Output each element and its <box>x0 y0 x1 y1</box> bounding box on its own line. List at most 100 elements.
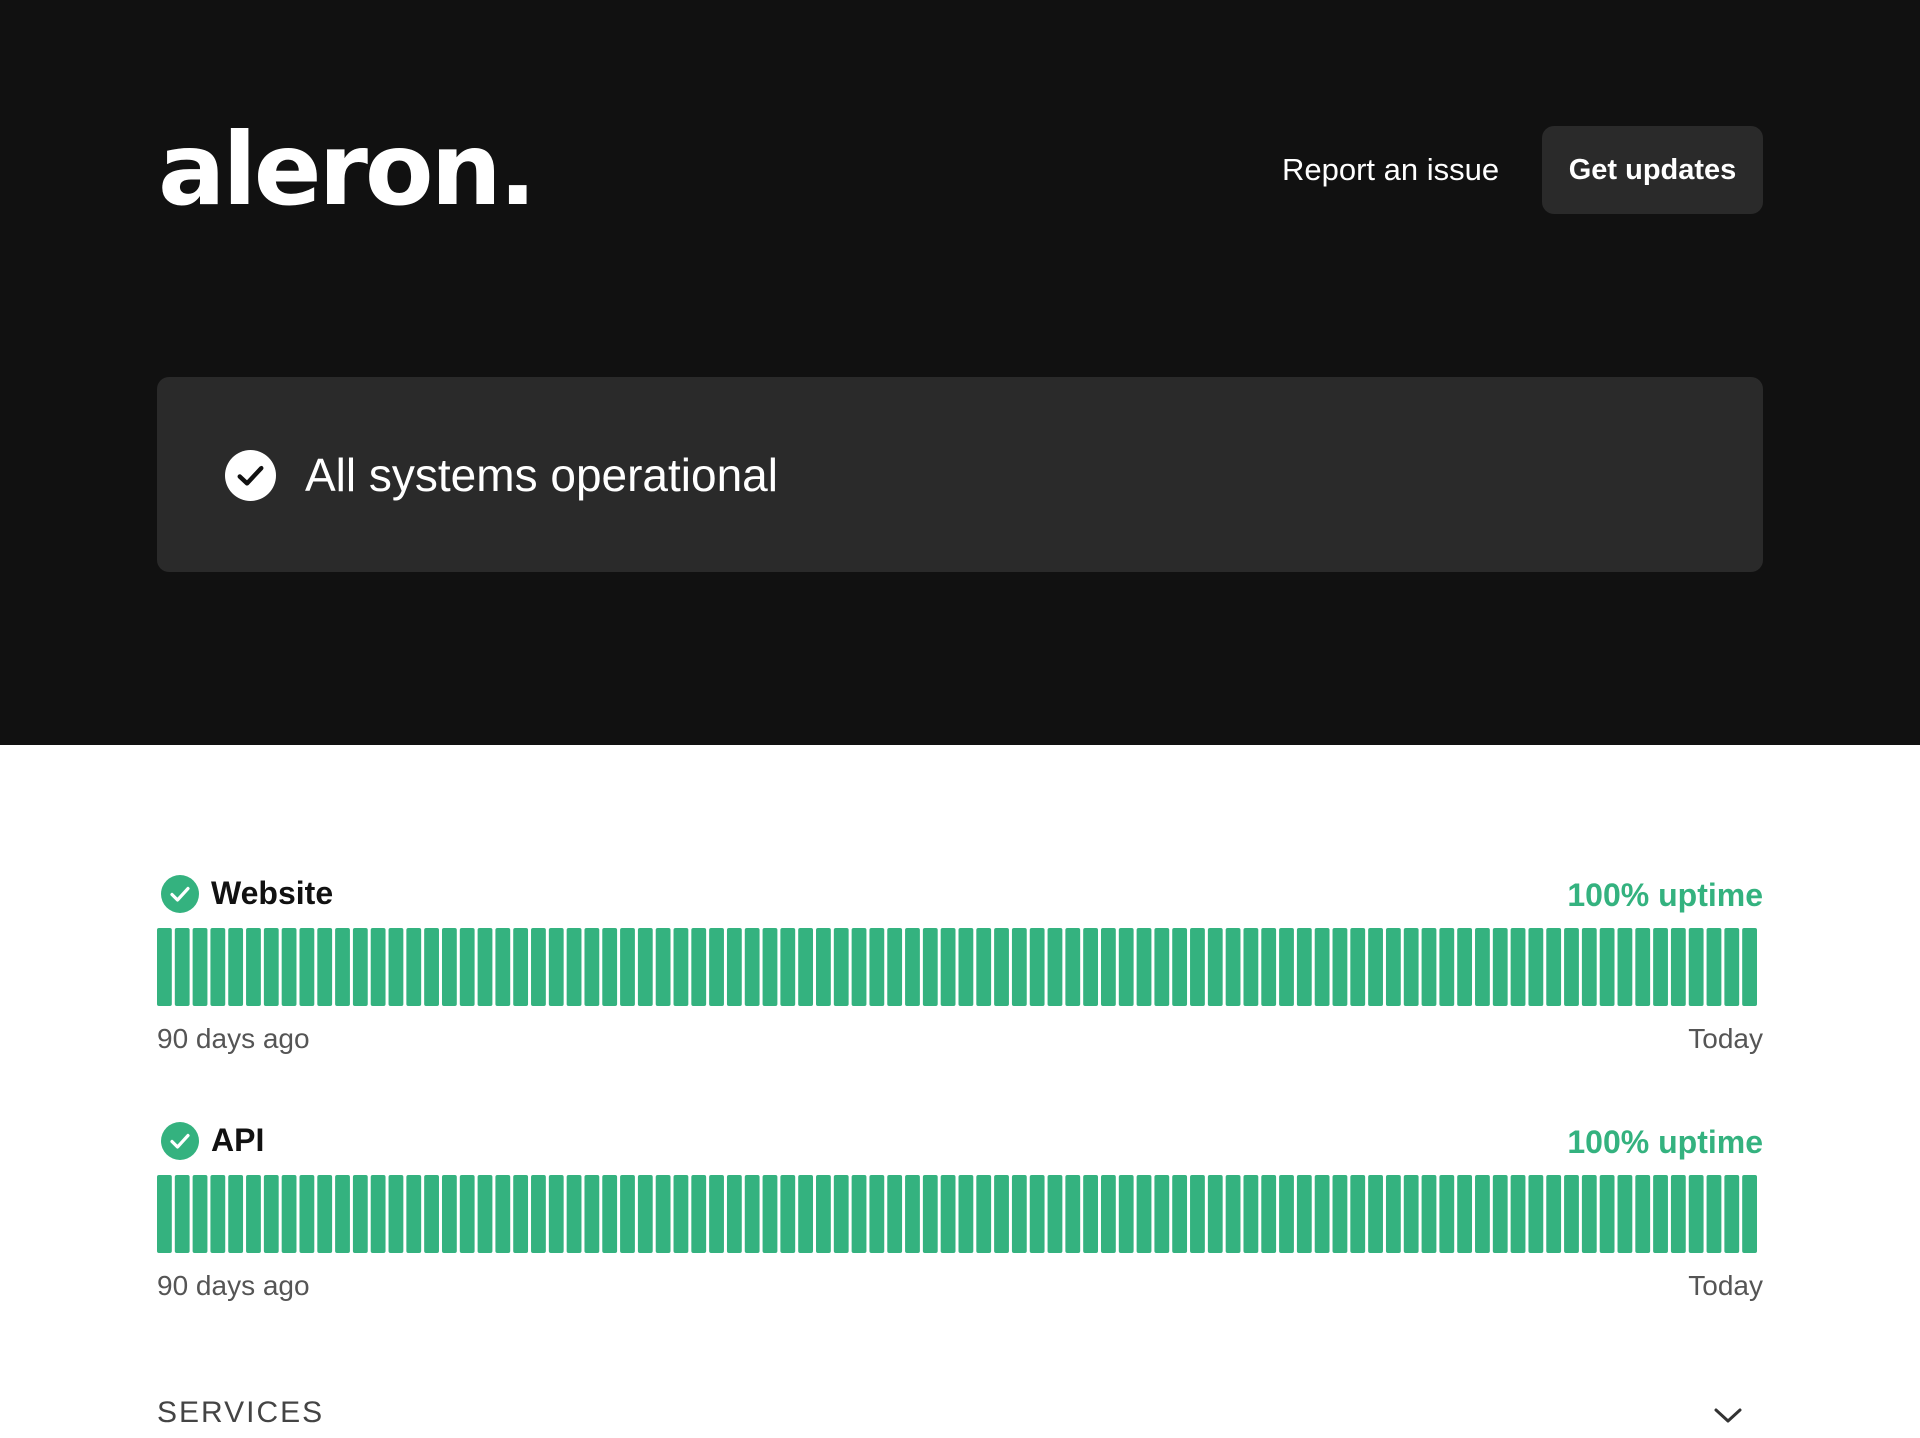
uptime-day-bar[interactable] <box>513 928 529 1006</box>
uptime-day-bar[interactable] <box>531 1175 546 1253</box>
uptime-day-bar[interactable] <box>1207 1175 1223 1253</box>
uptime-day-bar[interactable] <box>816 928 831 1006</box>
uptime-day-bar[interactable] <box>1172 1175 1188 1253</box>
uptime-day-bar[interactable] <box>922 1175 938 1253</box>
uptime-day-bar[interactable] <box>406 1175 422 1253</box>
uptime-day-bar[interactable] <box>370 1175 386 1253</box>
uptime-day-bar[interactable] <box>584 928 600 1006</box>
uptime-day-bar[interactable] <box>566 928 582 1006</box>
uptime-day-bar[interactable] <box>1492 928 1508 1006</box>
uptime-day-bar[interactable] <box>1635 928 1651 1006</box>
uptime-day-bar[interactable] <box>1688 928 1704 1006</box>
uptime-day-bar[interactable] <box>1564 928 1579 1006</box>
uptime-day-bar[interactable] <box>1190 1175 1205 1253</box>
uptime-day-bar[interactable] <box>637 1175 653 1253</box>
uptime-day-bar[interactable] <box>1100 928 1116 1006</box>
uptime-day-bar[interactable] <box>1083 928 1098 1006</box>
uptime-day-bar[interactable] <box>281 1175 297 1253</box>
uptime-day-bar[interactable] <box>513 1175 529 1253</box>
uptime-day-bar[interactable] <box>958 1175 974 1253</box>
uptime-day-bar[interactable] <box>1065 928 1081 1006</box>
uptime-day-bar[interactable] <box>388 928 404 1006</box>
uptime-day-bar[interactable] <box>709 1175 724 1253</box>
uptime-day-bar[interactable] <box>335 1175 350 1253</box>
uptime-day-bar[interactable] <box>317 1175 333 1253</box>
uptime-day-bar[interactable] <box>1118 1175 1134 1253</box>
uptime-day-bar[interactable] <box>1617 928 1633 1006</box>
uptime-day-bar[interactable] <box>940 1175 956 1253</box>
uptime-day-bar[interactable] <box>691 1175 707 1253</box>
uptime-day-bar[interactable] <box>1653 928 1668 1006</box>
uptime-day-bar[interactable] <box>263 1175 279 1253</box>
uptime-day-bar[interactable] <box>958 928 974 1006</box>
uptime-day-bar[interactable] <box>1706 928 1722 1006</box>
uptime-day-bar[interactable] <box>1011 1175 1027 1253</box>
uptime-day-bar[interactable] <box>905 1175 920 1253</box>
uptime-day-bar[interactable] <box>780 928 796 1006</box>
uptime-day-bar[interactable] <box>1190 928 1205 1006</box>
uptime-day-bar[interactable] <box>1581 928 1597 1006</box>
uptime-day-bar[interactable] <box>1332 1175 1348 1253</box>
uptime-day-bar[interactable] <box>1706 1175 1722 1253</box>
uptime-day-bar[interactable] <box>1136 928 1152 1006</box>
uptime-day-bar[interactable] <box>620 928 635 1006</box>
report-issue-link[interactable]: Report an issue <box>1282 154 1499 185</box>
uptime-day-bar[interactable] <box>281 928 297 1006</box>
uptime-day-bar[interactable] <box>1065 1175 1081 1253</box>
uptime-day-bar[interactable] <box>1492 1175 1508 1253</box>
uptime-day-bar[interactable] <box>1670 928 1686 1006</box>
uptime-day-bar[interactable] <box>887 928 903 1006</box>
uptime-day-bar[interactable] <box>1083 1175 1098 1253</box>
uptime-day-bar[interactable] <box>833 928 849 1006</box>
uptime-day-bar[interactable] <box>620 1175 635 1253</box>
uptime-day-bar[interactable] <box>869 1175 885 1253</box>
uptime-day-bar[interactable] <box>1403 1175 1419 1253</box>
uptime-day-bar[interactable] <box>1047 1175 1063 1253</box>
uptime-day-bar[interactable] <box>370 928 386 1006</box>
uptime-day-bar[interactable] <box>673 1175 689 1253</box>
uptime-day-bar[interactable] <box>1599 1175 1615 1253</box>
uptime-day-bar[interactable] <box>922 928 938 1006</box>
uptime-day-bar[interactable] <box>1243 928 1259 1006</box>
uptime-day-bar[interactable] <box>762 1175 778 1253</box>
uptime-day-bar[interactable] <box>709 928 724 1006</box>
uptime-day-bar[interactable] <box>726 1175 742 1253</box>
uptime-day-bar[interactable] <box>263 928 279 1006</box>
uptime-day-bar[interactable] <box>157 1175 172 1253</box>
uptime-day-bar[interactable] <box>157 928 172 1006</box>
uptime-day-bar[interactable] <box>1154 1175 1170 1253</box>
uptime-day-bar[interactable] <box>1421 928 1437 1006</box>
uptime-day-bar[interactable] <box>940 928 956 1006</box>
uptime-day-bar[interactable] <box>1475 1175 1490 1253</box>
uptime-day-bar[interactable] <box>441 1175 457 1253</box>
get-updates-button[interactable]: Get updates <box>1542 126 1763 214</box>
uptime-day-bar[interactable] <box>1564 1175 1579 1253</box>
uptime-day-bar[interactable] <box>174 1175 190 1253</box>
uptime-day-bar[interactable] <box>887 1175 903 1253</box>
uptime-day-bar[interactable] <box>1457 1175 1473 1253</box>
uptime-day-bar[interactable] <box>352 1175 368 1253</box>
uptime-day-bar[interactable] <box>1742 1175 1757 1253</box>
uptime-day-bar[interactable] <box>1172 928 1188 1006</box>
uptime-day-bar[interactable] <box>1403 928 1419 1006</box>
uptime-day-bar[interactable] <box>192 928 208 1006</box>
uptime-day-bar[interactable] <box>869 928 885 1006</box>
uptime-day-bar[interactable] <box>1581 1175 1597 1253</box>
uptime-day-bar[interactable] <box>531 928 546 1006</box>
uptime-day-bar[interactable] <box>833 1175 849 1253</box>
uptime-day-bar[interactable] <box>1439 1175 1455 1253</box>
uptime-day-bar[interactable] <box>548 1175 564 1253</box>
uptime-day-bar[interactable] <box>655 928 671 1006</box>
uptime-day-bar[interactable] <box>744 928 760 1006</box>
uptime-day-bar[interactable] <box>816 1175 831 1253</box>
uptime-day-bar[interactable] <box>1296 928 1312 1006</box>
uptime-day-bar[interactable] <box>1261 928 1277 1006</box>
brand-logo[interactable]: aleron. <box>158 120 537 220</box>
uptime-day-bar[interactable] <box>798 928 814 1006</box>
uptime-day-bar[interactable] <box>335 928 350 1006</box>
uptime-day-bar[interactable] <box>994 928 1009 1006</box>
uptime-day-bar[interactable] <box>441 928 457 1006</box>
uptime-day-bar[interactable] <box>637 928 653 1006</box>
uptime-day-bar[interactable] <box>851 1175 867 1253</box>
uptime-day-bar[interactable] <box>1118 928 1134 1006</box>
